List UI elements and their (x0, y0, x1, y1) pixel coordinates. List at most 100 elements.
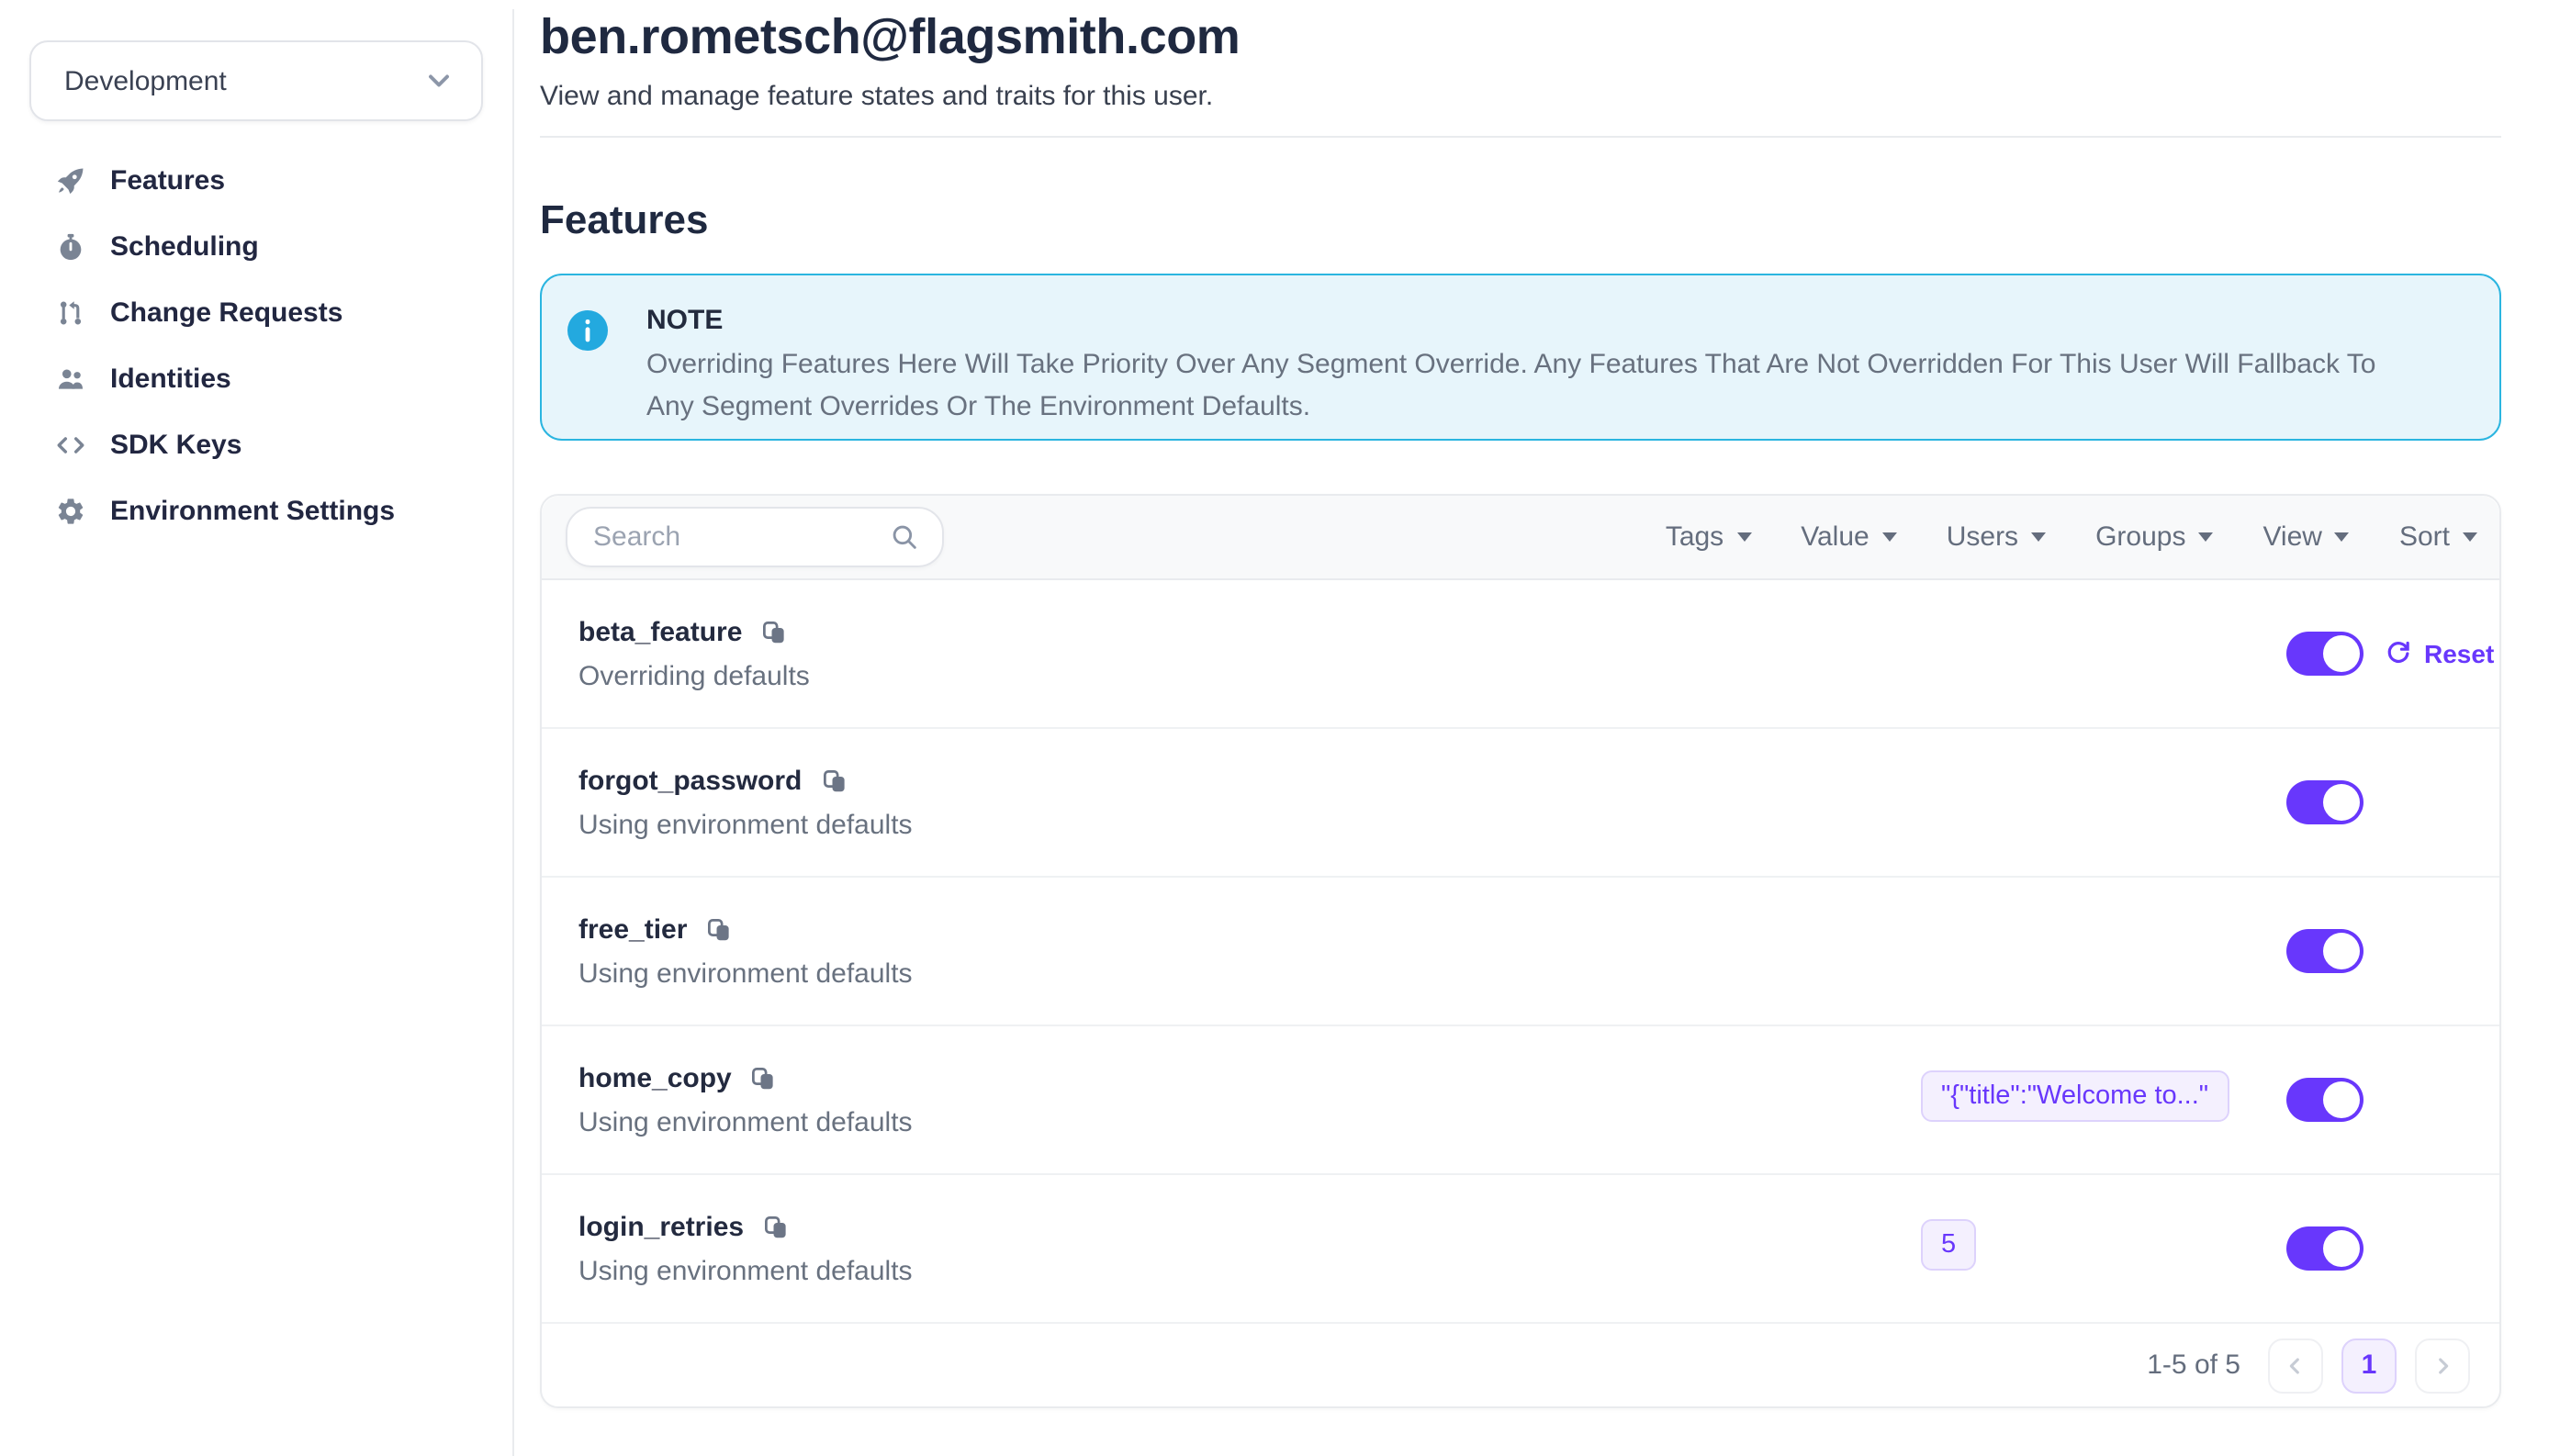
table-row[interactable]: free_tier Using environment defaults (542, 878, 2499, 1026)
feature-info: beta_feature Overriding defaults (578, 616, 1921, 691)
feature-status: Using environment defaults (578, 809, 1921, 840)
sidebar-item-label: Environment Settings (110, 495, 395, 526)
caret-down-icon (2463, 532, 2477, 542)
table-row[interactable]: forgot_password Using environment defaul… (542, 729, 2499, 878)
toggle-knob (2323, 635, 2360, 672)
feature-value-badge[interactable]: "{"title":"Welcome to..." (1921, 1070, 2229, 1121)
stopwatch-icon (55, 230, 86, 262)
sidebar-item-label: Scheduling (110, 230, 259, 262)
toggle-knob (2323, 1081, 2360, 1118)
chevron-right-icon (2430, 1352, 2455, 1378)
header-divider (540, 136, 2501, 138)
pagination: 1-5 of 5 1 (542, 1324, 2499, 1406)
features-panel-header: Tags Value Users Groups View Sort (542, 496, 2499, 580)
change-requests-icon (55, 297, 86, 328)
table-row[interactable]: login_retries Using environment defaults… (542, 1175, 2499, 1324)
feature-status: Overriding defaults (578, 660, 1921, 691)
filter-label: View (2262, 521, 2322, 553)
users-icon (55, 363, 86, 394)
info-circle-icon (566, 308, 610, 439)
note-content: NOTE Overriding Features Here Will Take … (646, 305, 2426, 439)
copy-icon[interactable] (760, 618, 788, 645)
main-content: ben.rometsch@flagsmith.com View and mana… (514, 9, 2560, 1408)
caret-down-icon (2198, 532, 2213, 542)
features-section-heading: Features (540, 196, 2501, 244)
feature-status: Using environment defaults (578, 1255, 1921, 1286)
feature-value-badge[interactable]: 5 (1921, 1218, 1976, 1270)
sidebar-item-change-requests[interactable]: Change Requests (0, 279, 512, 345)
feature-toggle[interactable] (2286, 929, 2364, 973)
app-root: Development Features Scheduling (0, 9, 2560, 1456)
filter-sort[interactable]: Sort (2399, 521, 2477, 553)
feature-toggle[interactable] (2286, 1078, 2364, 1122)
feature-value-cell: "{"title":"Welcome to..." (1921, 1070, 2286, 1130)
filter-tags[interactable]: Tags (1666, 521, 1751, 553)
filter-label: Users (1947, 521, 2018, 553)
table-row[interactable]: home_copy Using environment defaults "{"… (542, 1026, 2499, 1175)
caret-down-icon (1736, 532, 1751, 542)
sidebar-item-label: Identities (110, 363, 231, 394)
environment-selector[interactable]: Development (29, 40, 483, 121)
reset-label: Reset (2424, 639, 2494, 668)
caret-down-icon (2335, 532, 2350, 542)
note-body: Overriding Features Here Will Take Prior… (646, 345, 2426, 428)
feature-info: free_tier Using environment defaults (578, 913, 1921, 989)
sidebar-item-sdk-keys[interactable]: SDK Keys (0, 411, 512, 477)
sidebar-item-identities[interactable]: Identities (0, 345, 512, 411)
sidebar-nav: Features Scheduling Change Requests Iden… (0, 147, 512, 543)
pagination-range: 1-5 of 5 (2147, 1350, 2240, 1381)
chevron-left-icon (2283, 1352, 2308, 1378)
feature-value-cell: 5 (1921, 1218, 2286, 1279)
note-title: NOTE (646, 305, 2426, 336)
feature-name: home_copy (578, 1062, 732, 1093)
pagination-current-page: 1 (2362, 1350, 2377, 1381)
feature-name: forgot_password (578, 765, 802, 796)
magnifier-icon (889, 521, 920, 553)
filter-label: Tags (1666, 521, 1724, 553)
sidebar-item-environment-settings[interactable]: Environment Settings (0, 477, 512, 543)
copy-icon[interactable] (750, 1064, 778, 1092)
pagination-prev-button[interactable] (2268, 1338, 2323, 1393)
rocket-icon (55, 164, 86, 196)
filter-view[interactable]: View (2262, 521, 2350, 553)
feature-name: free_tier (578, 913, 687, 945)
feature-info: login_retries Using environment defaults (578, 1211, 1921, 1286)
sidebar: Development Features Scheduling (0, 9, 514, 1456)
filter-users[interactable]: Users (1947, 521, 2046, 553)
sidebar-item-label: Change Requests (110, 297, 342, 328)
table-row[interactable]: beta_feature Overriding defaults Reset (542, 580, 2499, 729)
feature-info: forgot_password Using environment defaul… (578, 765, 1921, 840)
copy-icon[interactable] (705, 915, 733, 943)
toggle-knob (2323, 1230, 2360, 1267)
page-subtitle: View and manage feature states and trait… (540, 81, 2501, 112)
feature-toggle[interactable] (2286, 1226, 2364, 1271)
feature-action-cell: Reset (2364, 639, 2499, 668)
search-input[interactable] (593, 521, 889, 553)
environment-selector-value: Development (64, 65, 227, 96)
filter-value[interactable]: Value (1801, 521, 1897, 553)
feature-toggle[interactable] (2286, 632, 2364, 676)
features-panel: Tags Value Users Groups View Sort beta_f… (540, 494, 2501, 1408)
feature-name: beta_feature (578, 616, 742, 647)
gear-icon (55, 495, 86, 526)
pagination-next-button[interactable] (2415, 1338, 2470, 1393)
copy-icon[interactable] (820, 767, 848, 794)
filter-label: Value (1801, 521, 1869, 553)
feature-status: Using environment defaults (578, 958, 1921, 989)
caret-down-icon (2031, 532, 2046, 542)
search-box[interactable] (566, 507, 944, 567)
note-callout: NOTE Overriding Features Here Will Take … (540, 274, 2501, 441)
page-title: ben.rometsch@flagsmith.com (540, 9, 2501, 66)
code-brackets-icon (55, 429, 86, 460)
filter-groups[interactable]: Groups (2095, 521, 2213, 553)
caret-down-icon (1882, 532, 1897, 542)
reset-button[interactable]: Reset (2384, 639, 2499, 668)
sidebar-item-scheduling[interactable]: Scheduling (0, 213, 512, 279)
filter-label: Groups (2095, 521, 2185, 553)
copy-icon[interactable] (762, 1213, 790, 1240)
feature-toggle[interactable] (2286, 780, 2364, 824)
filter-bar: Tags Value Users Groups View Sort (1666, 521, 2477, 553)
pagination-page-1-button[interactable]: 1 (2341, 1338, 2397, 1393)
sidebar-item-features[interactable]: Features (0, 147, 512, 213)
sidebar-item-label: SDK Keys (110, 429, 241, 460)
